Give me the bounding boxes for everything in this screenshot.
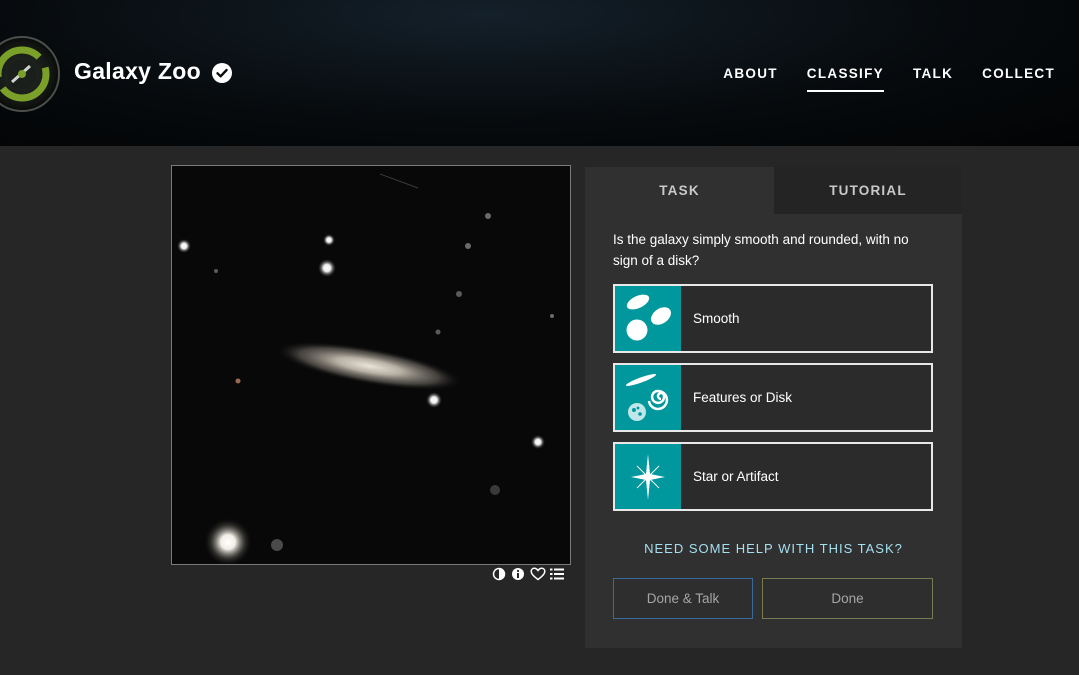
project-logo-icon[interactable] <box>0 36 60 112</box>
site-header: Galaxy Zoo ABOUT CLASSIFY TALK COLLECT <box>0 0 1079 146</box>
task-tabs: TASK TUTORIAL <box>585 167 962 214</box>
project-nav: ABOUT CLASSIFY TALK COLLECT <box>723 66 1055 92</box>
heart-icon[interactable] <box>530 567 546 581</box>
tab-tutorial[interactable]: TUTORIAL <box>774 167 962 214</box>
nav-about[interactable]: ABOUT <box>723 66 778 86</box>
smooth-galaxy-icon <box>615 286 681 351</box>
answer-label: Star or Artifact <box>693 469 779 484</box>
spiral-galaxy-icon <box>615 365 681 430</box>
nav-classify[interactable]: CLASSIFY <box>806 66 885 92</box>
subject-image[interactable] <box>171 165 571 565</box>
done-button[interactable]: Done <box>762 578 933 619</box>
task-help-link[interactable]: NEED SOME HELP WITH THIS TASK? <box>585 541 962 556</box>
answer-star-or-artifact[interactable]: Star or Artifact <box>613 442 933 511</box>
collections-icon[interactable] <box>549 567 564 581</box>
done-and-talk-button[interactable]: Done & Talk <box>613 578 753 619</box>
nav-collect[interactable]: COLLECT <box>982 66 1055 86</box>
tab-task[interactable]: TASK <box>585 167 774 214</box>
answer-features-or-disk[interactable]: Features or Disk <box>613 363 933 432</box>
answer-label: Smooth <box>693 311 740 326</box>
task-question: Is the galaxy simply smooth and rounded,… <box>613 232 909 268</box>
info-icon[interactable] <box>511 567 525 581</box>
task-panel: TASK TUTORIAL Is the galaxy simply smoot… <box>585 167 962 648</box>
subject-tools <box>492 567 564 581</box>
answer-smooth[interactable]: Smooth <box>613 284 933 353</box>
project-title[interactable]: Galaxy Zoo <box>74 58 201 85</box>
invert-icon[interactable] <box>492 567 506 581</box>
verified-badge-icon <box>212 63 232 83</box>
answer-label: Features or Disk <box>693 390 793 405</box>
nav-talk[interactable]: TALK <box>913 66 953 86</box>
star-icon <box>615 444 681 509</box>
